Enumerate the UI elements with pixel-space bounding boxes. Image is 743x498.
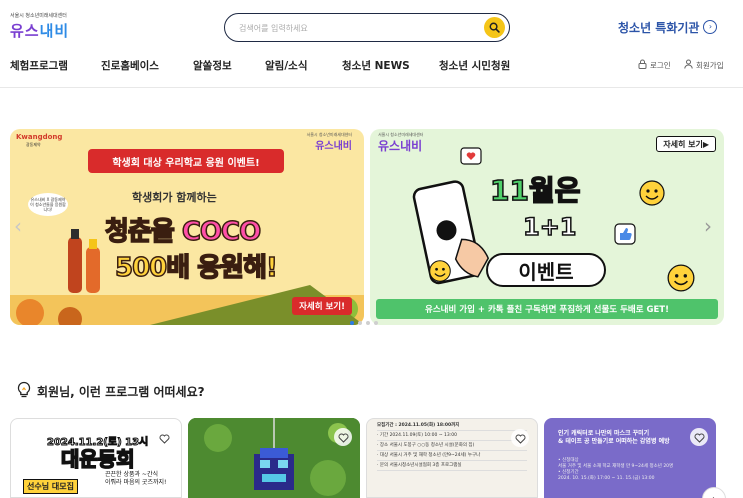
program-card-mask-craft[interactable]: 인기 캐릭터로 나만의 마스크 꾸미기 & 테이프 공 만들기로 어떠하는 감염병… xyxy=(544,418,716,498)
card-details: • 신청대상 서울 거주 및 서울 소재 학교 재학생 만 9~24세 청소년 … xyxy=(558,458,674,481)
cards-next-button[interactable]: › xyxy=(702,487,726,498)
banner-one-plus-one-event[interactable]: 서울시 청소년미래세대센터 유스내비 자세히 보기▶ 11월은 1+1 이벤트 … xyxy=(370,129,724,325)
logo-caption: 서울시 청소년미래세대센터 xyxy=(10,13,67,19)
nav-item-news[interactable]: 청소년 NEWS xyxy=(342,58,410,73)
event-title-2: 1+1 xyxy=(522,212,577,242)
favorite-button[interactable] xyxy=(334,428,352,446)
main-nav: 체험프로그램 진로홈베이스 알쏠정보 알림/소식 청소년 NEWS 청소년 시민… xyxy=(0,56,743,76)
carousel-next-button[interactable]: › xyxy=(704,216,712,236)
detail-button[interactable]: 자세히 보기▶ xyxy=(656,136,716,152)
carousel-prev-button[interactable]: ‹ xyxy=(14,216,22,236)
favorite-button[interactable] xyxy=(690,428,708,446)
event-headline-1: 청춘을 COCO xyxy=(104,216,262,248)
lock-icon xyxy=(638,59,647,71)
event-note: 유스내비 X 광동제약이 청소년들을 응원합니다! xyxy=(28,193,68,216)
logo-text: 유스내비 xyxy=(10,22,70,40)
heart-outline-icon xyxy=(159,429,170,448)
nav-item-info[interactable]: 알쏠정보 xyxy=(193,58,232,73)
program-card-bead-craft[interactable] xyxy=(188,418,360,498)
phone-illustration xyxy=(412,180,490,285)
program-card-sports-day[interactable]: 2024.11.2(토) 13시 대운동회 선수님 대모집 끈끈한 상품과 ~간… xyxy=(10,418,182,498)
banner-carousel: Kwangdong 광동제약 서울시 청소년미래세대센터 유스내비 학생회 대상… xyxy=(0,88,743,343)
nav-item-career[interactable]: 진로홈베이스 xyxy=(101,58,159,73)
kwangdong-subtitle: 광동제약 xyxy=(26,142,41,147)
carousel-dot[interactable] xyxy=(366,321,370,325)
banner-coco-event[interactable]: Kwangdong 광동제약 서울시 청소년미래세대센터 유스내비 학생회 대상… xyxy=(10,129,364,325)
banner-logo: 유스내비 xyxy=(378,139,423,153)
nav-item-program[interactable]: 체험프로그램 xyxy=(10,58,68,73)
carousel-dot[interactable] xyxy=(358,321,362,325)
login-label: 로그인 xyxy=(650,60,671,70)
recommend-heading: 회원님, 이런 프로그램 어떠세요? xyxy=(16,381,205,402)
favorite-button[interactable] xyxy=(511,429,529,447)
heart-outline-icon xyxy=(338,428,349,447)
signup-label: 회원가입 xyxy=(696,60,724,70)
event-subheading: 학생회가 함께하는 xyxy=(132,191,217,204)
heart-icon xyxy=(460,147,482,165)
chevron-right-icon: › xyxy=(703,20,718,34)
bead-craft-photo xyxy=(188,418,360,498)
kwangdong-logo: Kwangdong xyxy=(16,133,63,141)
card-title: 인기 캐릭터로 나만의 마스크 꾸미기 & 테이프 공 만들기로 어떠하는 감염병… xyxy=(558,430,670,445)
card-title: 대운동회 xyxy=(60,446,135,472)
site-logo[interactable]: 서울시 청소년미래세대센터 유스내비 xyxy=(10,12,90,42)
nav-item-notice[interactable]: 알림/소식 xyxy=(265,58,307,73)
carousel-dot[interactable] xyxy=(350,321,354,325)
event-headline-2: 500배 응원해! xyxy=(114,252,278,284)
banner-logo: 유스내비 xyxy=(315,141,352,152)
special-institution-label: 청소년 특화기관 xyxy=(618,20,700,35)
smiley-icon xyxy=(639,180,665,206)
search-bar xyxy=(224,13,510,42)
search-icon xyxy=(489,18,500,37)
event-description-bar: 유스내비 가입 + 카톡 플친 구독하면 푸짐하게 선물도 두배로 GET! xyxy=(376,299,718,319)
detail-button[interactable]: 자세히 보기! xyxy=(292,297,352,315)
signup-link[interactable]: 회원가입 xyxy=(684,59,724,71)
card-badge: 선수님 대모집 xyxy=(23,479,78,494)
event-title-3: 이벤트 xyxy=(486,253,606,287)
heart-outline-icon xyxy=(694,428,705,447)
carousel-pagination xyxy=(350,321,378,325)
login-link[interactable]: 로그인 xyxy=(638,59,671,71)
card-details: 모집기간 : 2024.11.05(화) 18:00까지 · 기간 2024.1… xyxy=(377,421,527,471)
favorite-button[interactable] xyxy=(155,429,173,447)
card-description: 끈끈한 상품과 ~간식 이뤄라 마음의 굿즈까지! xyxy=(105,471,167,486)
recommend-title: 회원님, 이런 프로그램 어떠세요? xyxy=(37,385,205,399)
user-icon xyxy=(684,59,693,71)
drink-bottles-illustration xyxy=(68,229,100,293)
event-title-1: 11월은 xyxy=(489,173,581,208)
nav-item-petition[interactable]: 청소년 시민청원 xyxy=(439,58,510,73)
carousel-dot[interactable] xyxy=(374,321,378,325)
thumbs-up-icon xyxy=(614,223,636,245)
smiley-icon xyxy=(429,260,451,282)
heart-outline-icon xyxy=(515,429,526,448)
event-tag: 학생회 대상 우리학교 응원 이벤트! xyxy=(88,149,284,173)
smiley-icon xyxy=(667,264,695,292)
lightbulb-icon xyxy=(16,381,32,402)
program-card-notice[interactable]: 모집기간 : 2024.11.05(화) 18:00까지 · 기간 2024.1… xyxy=(366,418,538,498)
site-header: 서울시 청소년미래세대센터 유스내비 청소년 특화기관 › 체험프로그램 진로홈… xyxy=(0,0,743,88)
search-input[interactable] xyxy=(239,20,469,36)
special-institution-link[interactable]: 청소년 특화기관 › xyxy=(618,18,718,36)
search-button[interactable] xyxy=(484,17,505,38)
